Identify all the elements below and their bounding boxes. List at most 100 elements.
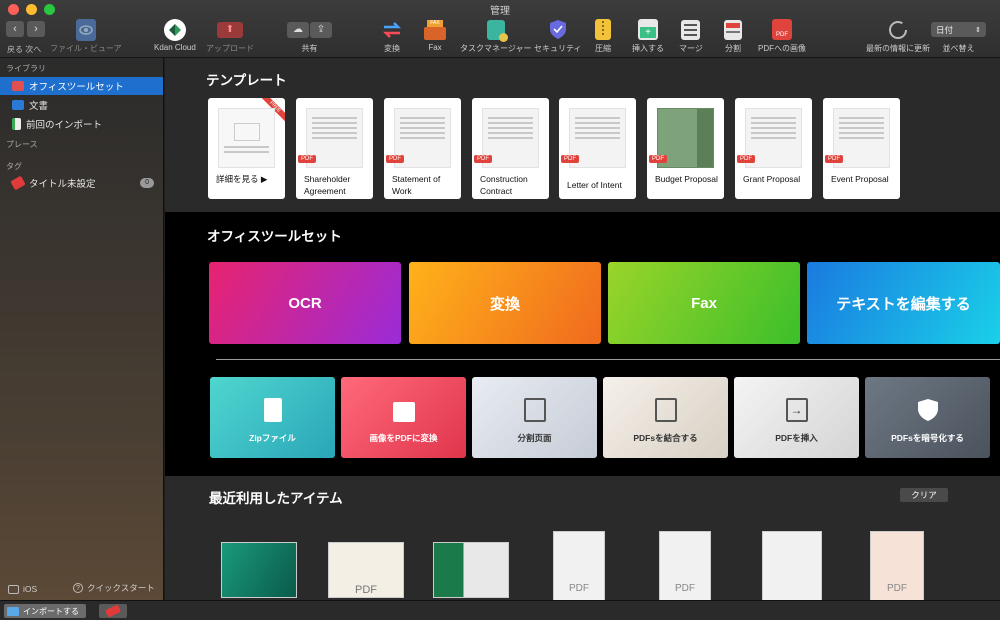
convert-button[interactable]: 変換 [381,18,403,54]
recent-item[interactable] [762,531,838,600]
template-card[interactable]: PDF Letter of Intent [559,98,636,199]
ios-label: iOS [23,584,38,594]
kdan-cloud-icon [163,18,186,41]
share-icon: ⇪ [310,21,332,38]
image-to-pdf-button[interactable]: PDF PDFへの画像 [758,18,806,54]
zip-icon [263,398,282,422]
file-viewer-button[interactable]: ファイル・ビューア [50,18,122,54]
zip-file-tool[interactable]: Zipファイル [210,377,335,458]
pdf-tag: PDF [737,155,755,163]
convert-banner[interactable]: 変換 [409,262,601,344]
sidebar-item-office-toolset[interactable]: オフィスツールセット [0,77,163,95]
task-manager-button[interactable]: タスクマネージャー [460,18,531,54]
sidebar-item-tag-untitled[interactable]: タイトル未設定 0 [0,174,163,192]
back-button[interactable]: ‹ [6,21,24,37]
merge-icon [681,19,701,40]
office-toolset-heading: オフィスツールセット [207,229,342,244]
toolbar-label: 圧縮 [595,44,611,53]
edit-text-banner[interactable]: テキストを編集する [807,262,1000,344]
template-card[interactable]: PDF Statement of Work [384,98,461,199]
fax-button[interactable]: FAX Fax [424,18,446,52]
pdf-tag: PDF [825,155,843,163]
template-card[interactable]: PDF Construction Contract [472,98,549,199]
split-icon [724,19,742,40]
upload-button[interactable]: ⬆ アップロード [206,18,254,54]
toolbar-label: 挿入する [632,44,664,53]
pdf-label: PDF [569,583,589,594]
split-pages-tool[interactable]: 分割页面 [472,377,597,458]
tool-label: PDFsを結合する [633,433,698,443]
sort-control[interactable]: 日付 ⇕ 並べ替え [931,18,986,54]
template-caption: Construction Contract [480,174,528,196]
sidebar-item-label: タイトル未設定 [29,179,96,190]
sidebar: ライブラリ オフィスツールセット 文書 前回のインポート プレース タグ タイト… [0,58,164,600]
insert-button[interactable]: + 挿入する [632,18,664,54]
recent-item[interactable] [433,542,509,600]
bottom-bar: インポートする [0,600,1000,620]
sidebar-item-documents[interactable]: 文書 [0,96,163,114]
sort-select[interactable]: 日付 ⇕ [931,22,986,37]
compress-button[interactable]: 圧縮 [595,18,611,54]
recent-heading: 最近利用したアイテム [209,491,343,506]
updown-chevron-icon: ⇕ [975,26,981,34]
template-caption: Shareholder Agreement [304,174,351,196]
share-button[interactable]: ☁ ⇪ 共有 [287,18,332,54]
recent-item[interactable] [221,542,297,600]
main-content: テンプレート FREE 詳細を見る ▶ PDF Shareholder Agre… [165,58,1000,600]
quickstart-link[interactable]: ? クイックスタート [73,582,155,594]
toolbar-label: アップロード [206,44,254,53]
quickstart-label: クイックスタート [87,583,155,593]
toolbar: 管理 ‹ › 戻る 次へ ファイル・ビューア Kdan Cloud ⬆ アップロ… [0,0,1000,58]
section-divider [216,359,1000,360]
split-page-icon [523,398,546,422]
toolbar-label: 並べ替え [942,44,975,53]
recent-item[interactable]: PDF [553,531,629,600]
forward-button[interactable]: › [27,21,45,37]
security-button[interactable]: セキュリティ [534,18,582,54]
shield-icon [549,20,566,39]
upload-icon: ⬆ [217,21,243,38]
tool-label: PDFsを暗号化する [891,433,964,443]
template-card[interactable]: PDF Grant Proposal [735,98,812,199]
kdan-cloud-button[interactable]: Kdan Cloud [154,18,196,52]
template-card[interactable]: PDF Shareholder Agreement [296,98,373,199]
fax-banner[interactable]: Fax [608,262,800,344]
ocr-banner[interactable]: OCR [209,262,401,344]
refresh-button[interactable]: 最新の情報に更新 [866,18,930,54]
merge-icon [654,398,677,422]
import-button[interactable]: インポートする [4,604,86,618]
clear-button[interactable]: クリア [900,488,948,502]
eye-icon [75,18,96,41]
image-to-pdf-tool[interactable]: 画像をPDFに変換 [341,377,466,458]
insert-pdf-tool[interactable]: → PDFを挿入 [734,377,859,458]
encrypt-pdfs-tool[interactable]: PDFsを暗号化する [865,377,990,458]
eraser-icon [104,604,122,618]
merge-pdfs-tool[interactable]: PDFsを結合する [603,377,728,458]
recent-item[interactable]: PDF [870,531,946,600]
toolbar-label: タスクマネージャー [460,44,532,53]
tag-eraser-button[interactable] [99,604,127,618]
template-card-more[interactable]: FREE 詳細を見る ▶ [208,98,285,199]
merge-button[interactable]: マージ [679,18,703,54]
recent-item[interactable]: PDF [659,531,735,600]
sidebar-item-last-import[interactable]: 前回のインポート [0,115,163,133]
sidebar-item-label: 前回のインポート [26,120,103,131]
template-card[interactable]: PDF Budget Proposal [647,98,724,199]
toolbar-label: ファイル・ビューア [50,44,122,53]
help-icon: ? [73,583,83,593]
toolbar-label: マージ [679,44,703,53]
import-icon [12,118,21,130]
split-button[interactable]: 分割 [724,18,742,54]
template-caption: Event Proposal [831,174,889,184]
template-card[interactable]: PDF Event Proposal [823,98,900,199]
pdf-label: PDF [675,583,695,594]
office-toolset-section: オフィスツールセット OCR 変換 Fax テキストを編集する Zipファイル … [165,212,1000,476]
recent-item[interactable]: PDF [328,542,404,600]
recent-items-section: 最近利用したアイテム クリア PDF PDF PDF PDF [165,476,1000,600]
template-caption: 詳細を見る ▶ [216,174,268,184]
tool-label: 画像をPDFに変換 [369,433,438,443]
device-icon [8,584,19,594]
insert-page-icon: + [638,19,658,40]
banner-label: Fax [691,294,717,312]
ios-link[interactable]: iOS [8,584,37,594]
